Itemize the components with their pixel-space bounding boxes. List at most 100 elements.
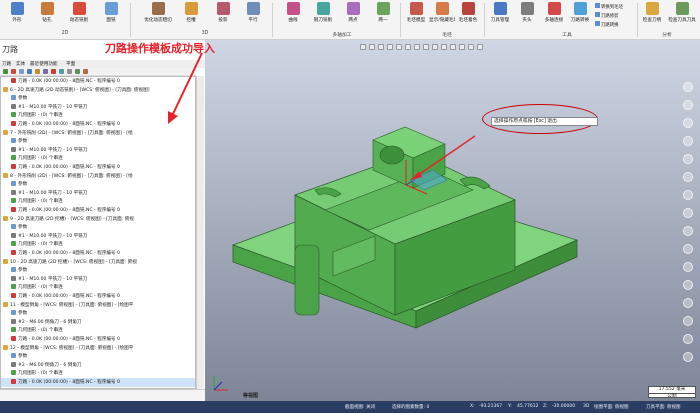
tab-planes[interactable]: 平面	[66, 61, 75, 67]
tree-item-label: 参数	[18, 96, 28, 102]
select-all-icon[interactable]	[3, 69, 8, 74]
two-one-icon	[376, 2, 390, 15]
outline-icon	[10, 2, 24, 15]
view-plane-icon[interactable]	[432, 44, 438, 50]
ribbon-btn-stock-shading[interactable]: 毛坯着色	[455, 2, 481, 23]
ribbon-btn-dynamic-mill[interactable]: 动态铣削	[64, 2, 94, 23]
op-icon	[3, 215, 8, 221]
view-left-icon[interactable]	[683, 190, 693, 200]
backplot-icon[interactable]	[27, 69, 32, 74]
tab-recent-functions[interactable]: 最近使用功能	[30, 61, 58, 67]
view-color-icon[interactable]	[450, 44, 456, 50]
tree-item-label: #1 - M10.00 平铣刀 - 10 平铣刀	[18, 190, 88, 196]
ribbon-btn-outline[interactable]: 外形	[2, 2, 32, 23]
view-wireframe-icon[interactable]	[683, 280, 693, 290]
check-holder-icon	[645, 2, 659, 15]
view-wire-icon[interactable]	[423, 44, 429, 50]
view-back-icon[interactable]	[683, 154, 693, 164]
ribbon-group-2d: 2D	[61, 31, 69, 36]
view-select-icon[interactable]	[360, 44, 366, 50]
view-bottom-icon[interactable]	[683, 172, 693, 182]
view-shading-icon[interactable]	[683, 262, 693, 272]
ribbon-btn-path-transform[interactable]: 刀路转换	[566, 2, 594, 23]
ribbon-btn-drill-mill[interactable]: 钢刀铣削	[308, 2, 338, 23]
op-icon	[3, 172, 8, 178]
status-section-view[interactable]: 截面视图: 关闭	[345, 404, 375, 410]
view-attr-icon[interactable]	[459, 44, 465, 50]
ribbon-btn-tool-manager[interactable]: 刀具管理	[486, 2, 514, 23]
simulate-icon[interactable]	[43, 69, 48, 74]
tab-toolpaths[interactable]: 刀路	[2, 61, 11, 67]
ribbon-btn-path-trim[interactable]: 刀路修剪	[595, 12, 635, 21]
status-plane[interactable]: 绘图平面: 俯视图	[594, 404, 628, 410]
view-fit-icon[interactable]	[387, 44, 393, 50]
view-edges-icon[interactable]	[683, 334, 693, 344]
view-filter-icon[interactable]	[369, 44, 375, 50]
param-icon	[11, 95, 16, 101]
show-hide-stock-icon	[435, 2, 449, 15]
ribbon-btn-project[interactable]: 投影	[208, 2, 238, 23]
panel-bottom-bar	[0, 389, 205, 401]
view-lighting-icon[interactable]	[683, 352, 693, 362]
ribbon-btn-parallel[interactable]: 平行	[238, 2, 268, 23]
view-section-icon[interactable]	[477, 44, 483, 50]
scale-bar: 17.552 毫米 公制	[648, 386, 696, 399]
selection-prompt: 选择操作原点或按 [Esc] 退出	[491, 117, 598, 126]
move-insert-icon[interactable]	[75, 69, 80, 74]
ribbon-btn-two-one[interactable]: 两一	[368, 2, 398, 23]
tree-item[interactable]: 刀路 - 0.0K (00:00:00) - 8面铣.NC - 程序编号 0	[1, 378, 195, 387]
path-transform-icon	[573, 2, 587, 15]
param-icon	[11, 224, 16, 230]
tool-icon	[11, 232, 16, 238]
ribbon-btn-convert-stock[interactable]: 转换到毛坯	[595, 3, 635, 12]
view-grid-icon[interactable]	[468, 44, 474, 50]
status-toolplane[interactable]: 刀具平面: 俯视图	[646, 404, 680, 410]
ribbon-btn-multiaxis-link[interactable]: 多轴连接	[540, 2, 568, 23]
lock-icon[interactable]	[59, 69, 64, 74]
regenerate-dirty-icon[interactable]	[19, 69, 24, 74]
tree-item-label: 11 - 模型倒角 - [WCS: 俯视图] - [刀具面: 俯视图] - [绘…	[10, 302, 134, 308]
view-rotate-icon[interactable]	[396, 44, 402, 50]
status-mode[interactable]: 3D	[583, 404, 589, 409]
graphics-viewport[interactable]	[205, 40, 700, 401]
view-level-icon[interactable]	[441, 44, 447, 50]
boss-bore	[379, 145, 405, 165]
scroll-icon[interactable]	[83, 69, 88, 74]
tree-item-label: 刀路 - 0.0K (00:00:00) - 8面铣.NC - 程序编号 0	[18, 79, 120, 84]
tab-solids[interactable]: 实体	[16, 61, 25, 67]
ribbon-btn-drill[interactable]: 钻孔	[32, 2, 62, 23]
view-translucent-icon[interactable]	[683, 316, 693, 326]
view-hidden-icon[interactable]	[683, 298, 693, 308]
tree-item-label: 10 - 2D 高速刀路 (2D 挖槽) - [WCS: 俯视图] - [刀具面…	[10, 259, 137, 265]
tree-item-label: 刀路 - 0.0K (00:00:00) - 8面铣.NC - 程序编号 0	[18, 251, 120, 256]
view-pan-icon[interactable]	[405, 44, 411, 50]
post-icon[interactable]	[51, 69, 56, 74]
ribbon-btn-two-point[interactable]: 两点	[338, 2, 368, 23]
toggle-display-icon[interactable]	[67, 69, 72, 74]
view-zoom-icon[interactable]	[378, 44, 384, 50]
view-zoom-in-icon[interactable]	[683, 208, 693, 218]
ribbon-btn-show-hide-stock[interactable]: 显示/隐藏毛坯	[429, 2, 455, 23]
ribbon-btn-optirough[interactable]: 优化动态粗切	[140, 2, 176, 23]
ribbon-btn-holder[interactable]: 夹头	[514, 2, 540, 23]
ribbon-group-tools: 工具	[562, 33, 572, 38]
ribbon-btn-path-convert[interactable]: 刀路转换	[595, 21, 635, 30]
view-top-icon[interactable]	[683, 100, 693, 110]
check-tool-icon	[675, 2, 689, 15]
view-right-icon[interactable]	[683, 118, 693, 128]
verify-icon[interactable]	[35, 69, 40, 74]
path-icon	[11, 336, 16, 341]
ribbon-btn-curve[interactable]: 曲线	[278, 2, 308, 23]
ribbon-btn-stock-model[interactable]: 毛坯模型	[403, 2, 429, 23]
view-front-icon[interactable]	[683, 82, 693, 92]
regenerate-icon[interactable]	[11, 69, 16, 74]
ribbon-btn-check-tool[interactable]: 检查刀具刀具	[667, 2, 697, 23]
ribbon-btn-face[interactable]: 面铣	[96, 2, 126, 23]
ribbon-btn-check-holder[interactable]: 检查刀柄	[638, 2, 666, 23]
ribbon-btn-pocket[interactable]: 挖槽	[176, 2, 206, 23]
view-zoom-out-icon[interactable]	[683, 226, 693, 236]
tool-icon	[11, 275, 16, 281]
view-zoom-fit-icon[interactable]	[683, 244, 693, 254]
view-shade-icon[interactable]	[414, 44, 420, 50]
view-iso-icon[interactable]	[683, 136, 693, 146]
